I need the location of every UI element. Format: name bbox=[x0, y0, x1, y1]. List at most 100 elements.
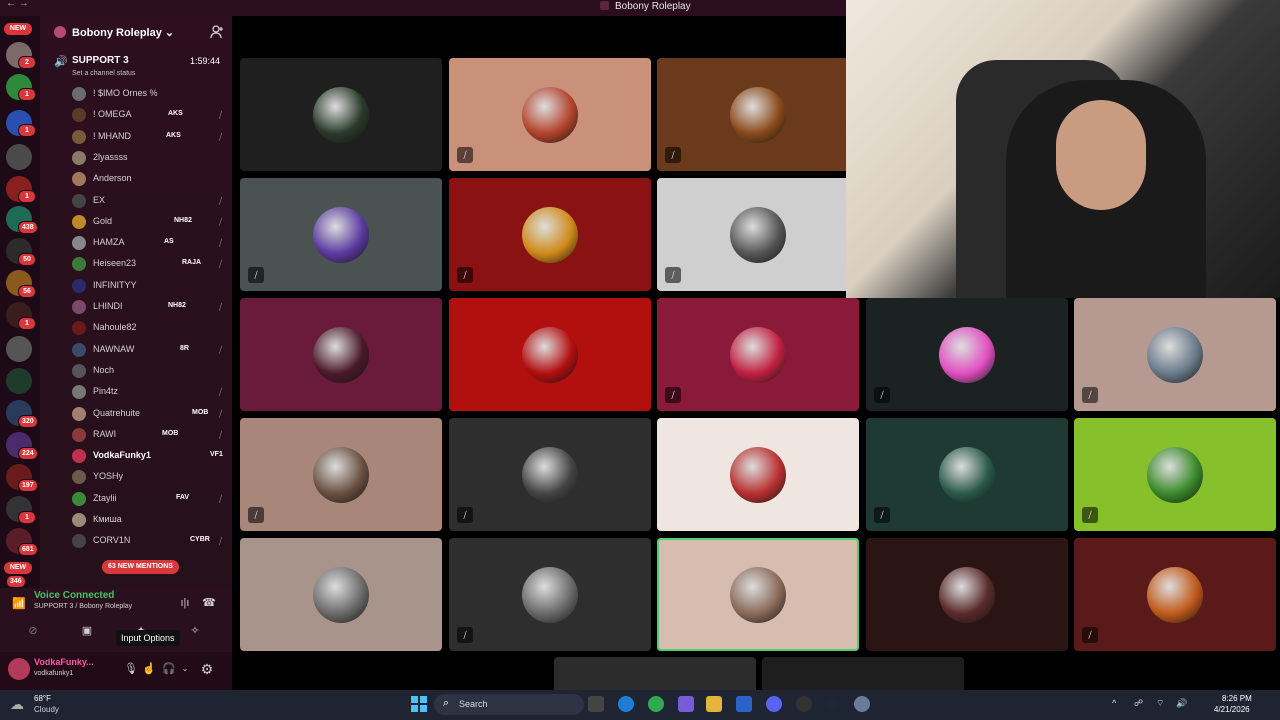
voice-member[interactable]: ! $IMO Ornes % bbox=[72, 85, 228, 104]
start-button[interactable] bbox=[411, 696, 427, 712]
discord-icon[interactable] bbox=[766, 696, 782, 712]
screen-share-icon[interactable]: ▣ bbox=[78, 622, 96, 640]
obs-icon[interactable] bbox=[796, 696, 812, 712]
server-icon[interactable] bbox=[6, 368, 32, 394]
voice-member[interactable]: Gold NH82 ⧸ bbox=[72, 213, 228, 232]
participant-tile[interactable]: ⧸ bbox=[1074, 298, 1276, 411]
avatar bbox=[72, 534, 86, 549]
volume-icon[interactable]: 🔊 bbox=[1176, 698, 1187, 709]
voice-member[interactable]: Anderson bbox=[72, 170, 228, 189]
voice-member[interactable]: ! OMEGA AKS ⧸ bbox=[72, 106, 228, 125]
participant-avatar bbox=[313, 87, 369, 143]
participant-tile[interactable]: ⧸ bbox=[449, 58, 651, 171]
participant-tile[interactable]: ⧸ bbox=[657, 58, 859, 171]
edge-icon[interactable] bbox=[618, 696, 634, 712]
clock-time[interactable]: 8:26 PM bbox=[1222, 694, 1252, 703]
voice-channel-name: SUPPORT 3 bbox=[72, 55, 129, 66]
voice-member[interactable]: Quatrehuite MOB ⧸ bbox=[72, 405, 228, 424]
new-mentions-pill[interactable]: 63 NEW MENTIONS bbox=[102, 560, 179, 574]
avatar bbox=[72, 108, 86, 123]
voice-member[interactable]: Nahoule82 bbox=[72, 319, 228, 338]
wifi-icon[interactable]: ⌔ bbox=[1156, 698, 1164, 709]
member-name: CORV1N bbox=[93, 535, 131, 546]
voice-member[interactable]: Ztaylii FAV ⧸ bbox=[72, 490, 228, 509]
voice-member[interactable]: Heiseen23 RAJA ⧸ bbox=[72, 255, 228, 274]
voice-member[interactable]: HAMZA AS ⧸ bbox=[72, 234, 228, 253]
tray-app-icon[interactable]: ☍ bbox=[1134, 698, 1143, 709]
participant-tile[interactable]: ⧸ bbox=[449, 538, 651, 651]
participant-tile[interactable]: ⧸ bbox=[866, 418, 1068, 531]
participant-tile[interactable]: ⧸ bbox=[657, 178, 859, 291]
guild-header[interactable]: Bobony Roleplay ⌄ bbox=[40, 16, 232, 48]
microphone-icon[interactable]: 🎙 bbox=[122, 660, 140, 678]
participant-avatar bbox=[1147, 567, 1203, 623]
soundboard-icon[interactable]: ✧ bbox=[186, 622, 204, 640]
new-pill[interactable]: NEW bbox=[4, 562, 32, 574]
voice-member[interactable]: Pin4tz ⧸ bbox=[72, 383, 228, 402]
disconnect-icon[interactable]: ☎ bbox=[200, 594, 218, 612]
store-icon[interactable] bbox=[736, 696, 752, 712]
guild-name[interactable]: Bobony Roleplay ⌄ bbox=[72, 26, 174, 39]
participant-tile[interactable] bbox=[657, 538, 859, 651]
participant-tile[interactable]: ⧸ bbox=[240, 418, 442, 531]
copilot-icon[interactable] bbox=[678, 696, 694, 712]
stage-overflow-tile[interactable] bbox=[554, 657, 756, 690]
new-pill[interactable]: NEW bbox=[4, 23, 32, 35]
voice-channel-row[interactable]: 🔊 SUPPORT 3 1:59:44 Set a channel status bbox=[48, 52, 228, 82]
server-icon[interactable] bbox=[6, 336, 32, 362]
participant-tile[interactable] bbox=[240, 58, 442, 171]
noise-suppression-icon[interactable]: ı|ı bbox=[176, 594, 194, 612]
voice-member[interactable]: YOSHy bbox=[72, 468, 228, 487]
taskbar-search[interactable] bbox=[434, 694, 584, 715]
server-icon[interactable] bbox=[6, 144, 32, 170]
server-badge: 438 bbox=[18, 221, 38, 234]
steam-icon[interactable] bbox=[824, 696, 840, 712]
back-forward-arrows-icon[interactable]: ← → bbox=[6, 0, 29, 9]
voice-connected-channel[interactable]: SUPPORT 3 / Bobony Roleplay bbox=[34, 603, 132, 610]
participant-tile[interactable] bbox=[449, 298, 651, 411]
weather-temp[interactable]: 68°F bbox=[34, 694, 51, 703]
chevron-down-icon[interactable]: ⌄ bbox=[176, 660, 194, 678]
voice-member[interactable]: VodkaFunky1 VF1 bbox=[72, 447, 228, 466]
voice-member[interactable]: LHINDI NH82 ⧸ bbox=[72, 298, 228, 317]
camera-off-icon[interactable]: ⊘ bbox=[24, 622, 42, 640]
voice-member[interactable]: EX ⧸ bbox=[72, 192, 228, 211]
voice-member[interactable]: Noch bbox=[72, 362, 228, 381]
participant-tile[interactable]: ⧸ bbox=[449, 418, 651, 531]
clock-date[interactable]: 4/21/2026 bbox=[1214, 705, 1250, 714]
file-explorer-icon[interactable] bbox=[706, 696, 722, 712]
participant-tile[interactable]: ⧸ bbox=[1074, 418, 1276, 531]
task-view-icon[interactable] bbox=[588, 696, 604, 712]
voice-member[interactable]: INFINITYY bbox=[72, 277, 228, 296]
voice-member[interactable]: NAWNAW 8R ⧸ bbox=[72, 341, 228, 360]
server-badge: 320 bbox=[18, 415, 38, 428]
participant-tile[interactable] bbox=[657, 418, 859, 531]
participant-tile[interactable] bbox=[240, 538, 442, 651]
participant-tile[interactable]: ⧸ bbox=[1074, 538, 1276, 651]
stage-overflow-tile[interactable] bbox=[762, 657, 964, 690]
participant-tile[interactable] bbox=[240, 298, 442, 411]
weather-condition[interactable]: Cloudy bbox=[34, 705, 59, 714]
participant-tile[interactable]: ⧸ bbox=[449, 178, 651, 291]
add-member-icon[interactable] bbox=[210, 25, 224, 39]
participant-tile[interactable]: ⧸ bbox=[657, 298, 859, 411]
participant-tile[interactable]: ⧸ bbox=[866, 298, 1068, 411]
user-avatar[interactable] bbox=[8, 658, 30, 680]
voice-member[interactable]: Кмиша bbox=[72, 511, 228, 530]
voice-member[interactable]: ! MHAND AKS ⧸ bbox=[72, 128, 228, 147]
voice-member[interactable]: CORV1N CYBR ⧸ bbox=[72, 532, 228, 551]
deafened-icon: ⧸ bbox=[665, 147, 681, 163]
participant-tile[interactable]: ⧸ bbox=[240, 178, 442, 291]
chevron-up-icon[interactable]: ^ bbox=[1112, 698, 1116, 708]
voice-member[interactable]: RAWI MOB ⧸ bbox=[72, 426, 228, 445]
chrome-icon[interactable] bbox=[648, 696, 664, 712]
settings-icon[interactable] bbox=[854, 696, 870, 712]
voice-member[interactable]: 2lyassss bbox=[72, 149, 228, 168]
muted-icon: ⧸ bbox=[218, 536, 222, 547]
participant-tile[interactable] bbox=[866, 538, 1068, 651]
user-display-name[interactable]: VodkaFunky... bbox=[34, 657, 94, 667]
server-badge: 1 bbox=[18, 124, 36, 137]
deafened-icon: ⧸ bbox=[874, 387, 890, 403]
channel-status-prompt[interactable]: Set a channel status bbox=[72, 70, 135, 77]
settings-gear-icon[interactable]: ⚙ bbox=[198, 660, 216, 678]
